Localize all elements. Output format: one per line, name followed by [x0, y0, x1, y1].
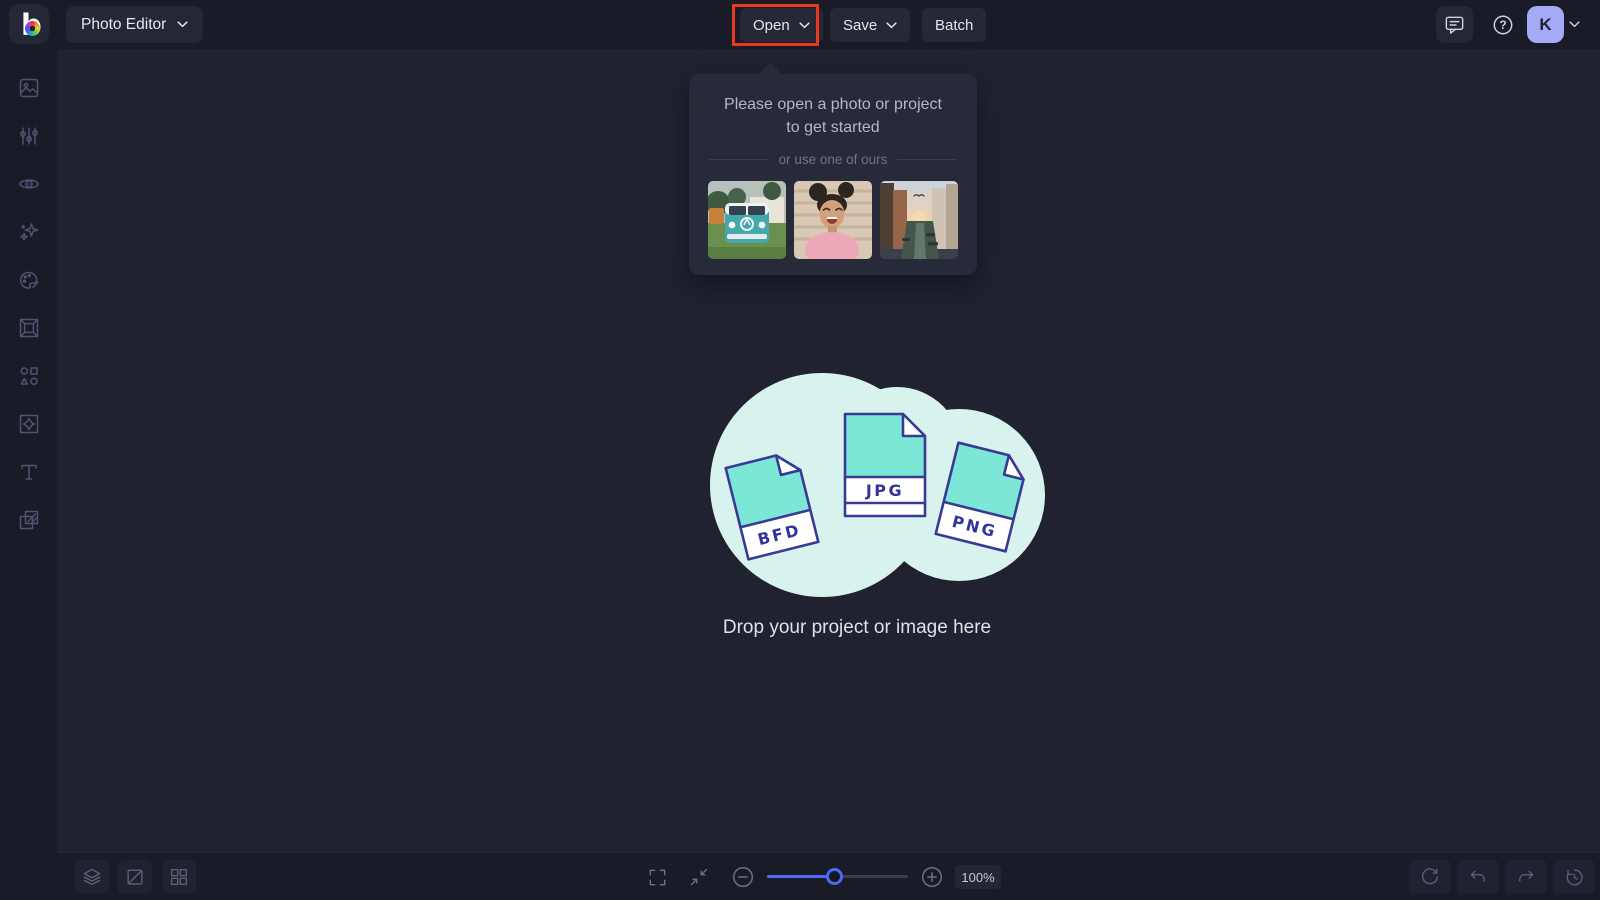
history-icon [1566, 869, 1583, 886]
reset-button[interactable] [1409, 860, 1451, 894]
layers-icon [83, 868, 101, 886]
palette-icon [19, 271, 39, 289]
history-button[interactable] [1553, 860, 1595, 894]
undo-icon [1470, 870, 1485, 882]
jpg-file-icon: JPG [843, 412, 927, 518]
sample-portrait-thumbnail[interactable] [794, 181, 872, 259]
fullscreen-button[interactable] [638, 860, 677, 894]
fullscreen-icon [649, 869, 666, 885]
eye-icon [18, 179, 39, 189]
sidebar-item-graphics[interactable] [9, 356, 49, 396]
refresh-icon [1422, 868, 1439, 885]
photo-editor-app: { "topbar": { "logo_letter": "b", "works… [0, 0, 1600, 900]
chevron-down-icon [886, 21, 897, 28]
workspace-label: Photo Editor [81, 15, 167, 33]
fit-screen-button[interactable] [681, 860, 717, 894]
chevron-down-icon [799, 21, 810, 28]
sidebar-item-artsy[interactable] [9, 260, 49, 300]
fit-screen-icon [690, 868, 708, 886]
grid-icon [170, 868, 188, 886]
open-button[interactable]: Open [740, 8, 823, 42]
avatar-initial: K [1539, 14, 1552, 34]
zoom-slider-fill [767, 875, 834, 878]
popover-divider: or use one of ours [705, 152, 961, 167]
sample-images-row [705, 181, 961, 259]
before-after-button[interactable] [118, 860, 152, 894]
chevron-down-icon [177, 21, 188, 28]
photo-icon [19, 78, 38, 98]
app-logo[interactable]: b [9, 4, 49, 44]
sample-camper-van-thumbnail[interactable] [708, 181, 786, 259]
topbar: b Photo Editor Open Save Batch ? K [0, 0, 1600, 49]
layers-button[interactable] [75, 860, 109, 894]
file-types-illustration: BFD JPG PNG [710, 373, 1045, 597]
text-icon [20, 464, 37, 480]
shapes-icon [20, 367, 38, 386]
save-button[interactable]: Save [830, 8, 911, 42]
adjustments-icon [19, 127, 38, 145]
sample-canal-thumbnail[interactable] [880, 181, 958, 259]
open-button-label: Open [753, 16, 790, 34]
frame-icon [19, 318, 38, 338]
account-menu-chevron[interactable] [1569, 21, 1580, 28]
camper-van-image [708, 181, 786, 259]
batch-button[interactable]: Batch [922, 8, 987, 42]
overlay-icon [19, 414, 38, 434]
help-icon: ? [1493, 15, 1512, 34]
zoom-out-button[interactable] [727, 860, 759, 894]
sidebar-item-text[interactable] [9, 452, 49, 492]
undo-button[interactable] [1457, 860, 1499, 894]
compare-icon [127, 869, 143, 885]
sidebar-item-effects[interactable] [9, 212, 49, 252]
zoom-in-button[interactable] [916, 860, 948, 894]
redo-icon [1519, 870, 1534, 882]
sparkles-icon [19, 223, 38, 241]
bottombar: 100% [57, 852, 1600, 900]
sidebar-item-touchup[interactable] [9, 164, 49, 204]
popover-arrow [757, 63, 783, 75]
tools-sidebar [0, 49, 57, 900]
feedback-button[interactable] [1436, 6, 1473, 43]
portrait-image [794, 181, 872, 259]
popover-divider-label: or use one of ours [778, 152, 888, 167]
zoom-level-display: 100% [955, 865, 1001, 889]
templates-button[interactable] [162, 860, 196, 894]
svg-text:JPG: JPG [865, 481, 904, 500]
sidebar-item-frames[interactable] [9, 308, 49, 348]
drop-hint-text: Drop your project or image here [722, 617, 992, 638]
minus-circle-icon [732, 866, 754, 888]
zoom-slider[interactable] [767, 868, 908, 885]
zoom-slider-thumb[interactable] [826, 868, 843, 885]
sidebar-item-edit[interactable] [9, 68, 49, 108]
open-hint-popover: Please open a photo or project to get st… [689, 63, 977, 275]
redo-button[interactable] [1505, 860, 1547, 894]
workspace-switcher[interactable]: Photo Editor [66, 6, 204, 43]
batch-button-label: Batch [935, 16, 974, 34]
canal-image [880, 181, 958, 259]
chevron-down-icon [1569, 21, 1580, 28]
sidebar-item-overlays[interactable] [9, 404, 49, 444]
logo-color-wheel-icon [25, 21, 40, 36]
comment-icon [1445, 16, 1464, 34]
textures-icon [19, 510, 38, 530]
sidebar-item-adjust[interactable] [9, 116, 49, 156]
sidebar-item-textures[interactable] [9, 500, 49, 540]
svg-text:?: ? [1499, 18, 1506, 32]
popover-title: Please open a photo or project to get st… [724, 96, 942, 136]
help-button[interactable]: ? [1484, 6, 1521, 43]
save-button-label: Save [843, 16, 878, 34]
plus-circle-icon [921, 866, 943, 888]
user-avatar[interactable]: K [1527, 6, 1564, 43]
